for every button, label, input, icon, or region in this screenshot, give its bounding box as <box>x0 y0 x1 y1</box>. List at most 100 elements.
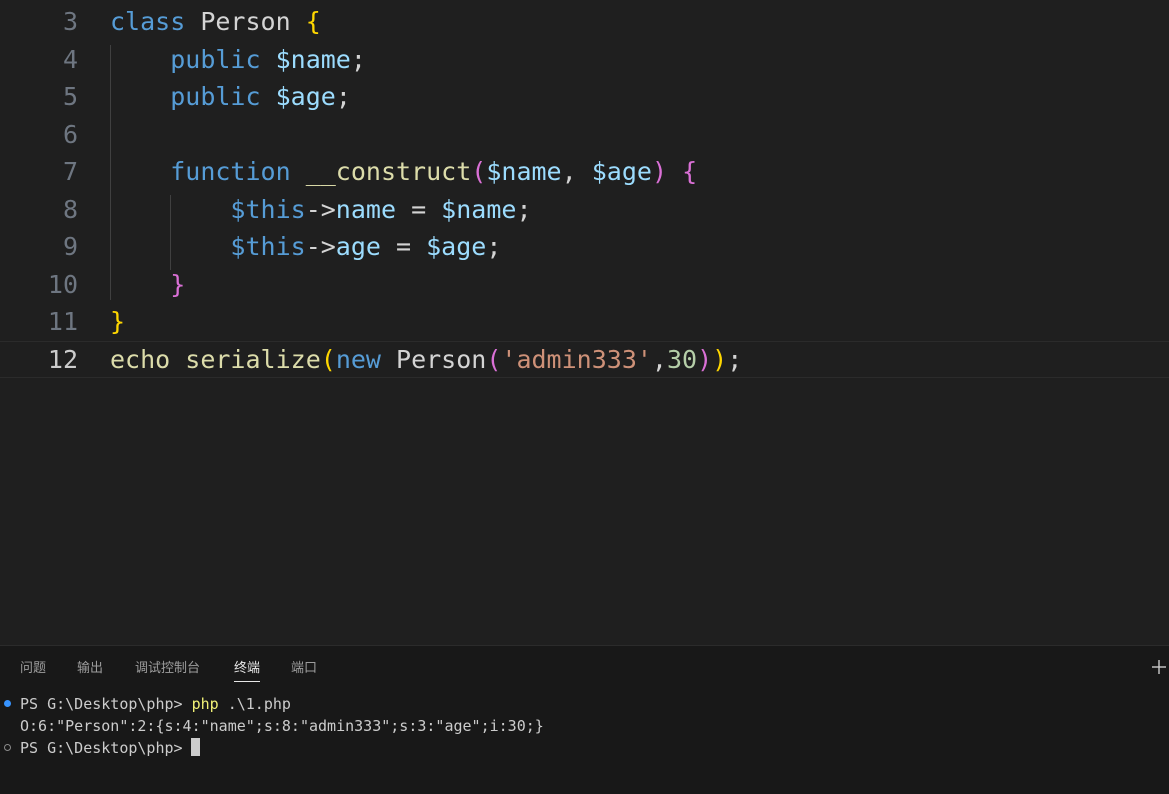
code-line[interactable]: 3 class Person { <box>0 3 1169 41</box>
code-text: } <box>110 303 125 341</box>
code-token: echo <box>110 344 171 374</box>
code-token: $this <box>230 194 306 224</box>
code-line[interactable]: 5 public $age; <box>0 78 1169 116</box>
code-token: ) <box>651 157 667 186</box>
line-number: 6 <box>62 119 78 149</box>
vscode-window: 3 class Person {4 public $name; 5 public $… <box>0 0 1169 794</box>
tab-ports[interactable]: 端口 <box>291 659 317 681</box>
code-token: { <box>682 157 698 186</box>
code-token: Person <box>200 7 291 36</box>
line-number: 11 <box>47 307 78 336</box>
code-token: new <box>335 344 381 374</box>
code-text: public $name; <box>110 41 366 79</box>
command-success-dot-icon[interactable] <box>4 700 11 707</box>
code-token: $age <box>591 157 652 186</box>
code-line[interactable]: 4 public $name; <box>0 41 1169 79</box>
terminal-command: php <box>191 695 219 713</box>
code-token: ; <box>727 344 743 374</box>
code-token: $name <box>275 44 351 74</box>
code-token: 30 <box>666 344 698 374</box>
code-token: ) <box>697 344 713 374</box>
code-token: , <box>651 344 667 374</box>
code-line[interactable]: 10 } <box>0 266 1169 304</box>
terminal-prompt: PS G:\Desktop\php> <box>20 695 192 713</box>
terminal-output: O:6:"Person":2:{s:4:"name";s:8:"admin333… <box>20 717 544 735</box>
code-text: class Person { <box>110 3 321 41</box>
code-line[interactable]: 7 function __construct($name, $age) { <box>0 153 1169 191</box>
line-number: 7 <box>62 157 78 186</box>
code-token: ; <box>486 232 502 261</box>
code-text: echo serialize(new Person('admin333',30)… <box>110 342 742 378</box>
tab-terminal[interactable]: 终端 <box>234 659 261 682</box>
code-token: , <box>561 157 592 186</box>
code-line[interactable]: 8 $this->name = $name; <box>0 191 1169 229</box>
code-token: ; <box>335 82 351 111</box>
tab-problems[interactable]: 问题 <box>20 659 46 681</box>
code-token: ; <box>350 44 366 74</box>
code-line[interactable]: 6 <box>0 116 1169 154</box>
code-text: public $age; <box>110 78 351 116</box>
bottom-panel: 问题 输出 调试控制台 终端 端口 PS G:\Desktop\php> php… <box>0 645 1169 794</box>
code-token: ( <box>471 157 487 186</box>
code-line[interactable]: 9 $this->age = $age; <box>0 228 1169 266</box>
tab-output[interactable]: 输出 <box>77 659 103 681</box>
line-number: 4 <box>62 44 78 74</box>
code-token: $this <box>230 232 306 261</box>
code-token: $name <box>486 157 562 186</box>
code-token: age <box>335 232 381 261</box>
indent-guide <box>110 45 111 300</box>
code-token: Person <box>396 344 487 374</box>
code-token: ( <box>486 344 502 374</box>
code-token: function <box>170 157 291 186</box>
code-line[interactable]: 12 echo serialize(new Person('admin333',3… <box>0 340 1169 378</box>
code-editor[interactable]: 3 class Person {4 public $name; 5 public $… <box>0 0 1169 645</box>
code-token: = <box>396 194 442 224</box>
code-token: } <box>170 269 186 299</box>
code-token: { <box>305 7 321 36</box>
code-token: ( <box>320 344 336 374</box>
code-token: $name <box>441 194 517 224</box>
code-token: name <box>335 194 397 224</box>
code-token: $age <box>426 232 487 261</box>
line-number: 3 <box>62 7 78 36</box>
terminal-command-args: .\1.php <box>218 695 291 713</box>
terminal-line: PS G:\Desktop\php> php .\1.php <box>20 693 291 715</box>
code-text: $this->name = $name; <box>110 191 532 229</box>
code-token: -> <box>305 232 336 261</box>
line-number: 5 <box>62 82 78 111</box>
code-token: = <box>380 232 427 261</box>
code-token: public <box>170 44 261 74</box>
code-token: public <box>170 82 261 111</box>
line-number: 12 <box>47 344 78 374</box>
code-token: ; <box>516 194 532 224</box>
tab-debug-console[interactable]: 调试控制台 <box>135 659 200 681</box>
code-text: $this->age = $age; <box>110 228 501 266</box>
terminal-cursor <box>190 738 200 756</box>
code-token: } <box>110 307 126 336</box>
code-text: function __construct($name, $age) { <box>110 153 697 191</box>
line-number: 10 <box>47 269 78 299</box>
code-token: -> <box>305 194 336 224</box>
terminal-prompt: PS G:\Desktop\php> <box>20 739 183 757</box>
panel-tab-bar: 问题 输出 调试控制台 终端 端口 <box>0 646 1169 684</box>
plus-icon[interactable] <box>1149 654 1169 678</box>
line-number: 8 <box>62 194 78 224</box>
code-token: serialize <box>185 344 321 374</box>
indent-guide <box>170 195 171 270</box>
command-pending-dot-icon[interactable] <box>4 744 11 751</box>
code-token: $age <box>275 82 336 111</box>
code-line[interactable]: 11} <box>0 303 1169 341</box>
code-text: } <box>110 266 185 304</box>
code-token: __construct <box>305 157 472 186</box>
